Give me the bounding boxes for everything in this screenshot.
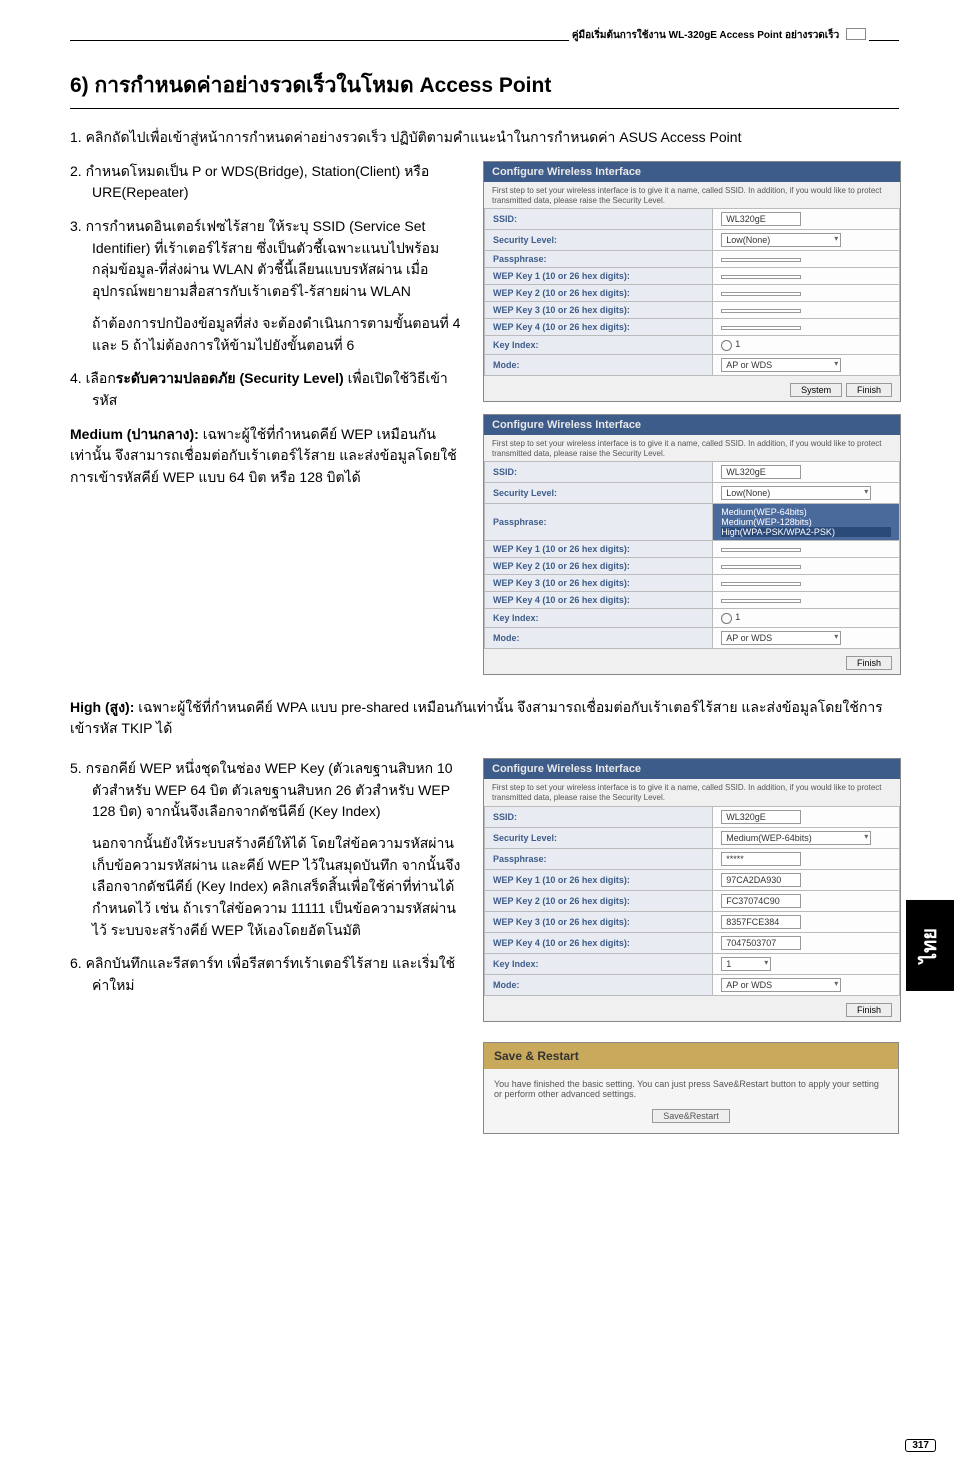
language-side-tab: ไทย [906,900,954,991]
panel1-k1-input[interactable] [721,275,801,279]
step-5b: นอกจากนั้นยังให้ระบบสร้างคีย์ให้ได้ โดยใ… [92,833,465,941]
panel3-k1-input[interactable]: 97CA2DA930 [721,873,801,887]
panel1-ssid-label: SSID: [485,209,713,230]
high-text: เฉพาะผู้ใช้ที่กำหนดคีย์ WPA แบบ pre-shar… [70,699,883,737]
medium-paragraph: Medium (ปานกลาง): เฉพาะผู้ใช้ที่กำหนดคีย… [70,424,465,489]
panel1-mode-select[interactable]: AP or WDS [721,358,841,372]
panel1-system-button[interactable]: System [790,383,842,397]
panel3-k4-label: WEP Key 4 (10 or 26 hex digits): [485,932,713,953]
medium-heading: Medium (ปานกลาง): [70,426,203,442]
config-panel-1: Configure Wireless Interface First step … [483,161,901,402]
panel2-sec-opt1[interactable]: Medium(WEP-64bits) [721,507,891,517]
panel3-k1-label: WEP Key 1 (10 or 26 hex digits): [485,869,713,890]
panel3-idx-label: Key Index: [485,953,713,974]
panel2-idx-radio[interactable] [721,613,732,624]
page-number: 317 [905,1439,936,1452]
panel2-mode-label: Mode: [485,627,713,648]
panel1-sec-label: Security Level: [485,230,713,251]
save-panel-title: Save & Restart [484,1043,898,1069]
panel2-desc: First step to set your wireless interfac… [484,435,900,462]
panel1-finish-button[interactable]: Finish [846,383,892,397]
step-5: 5. กรอกคีย์ WEP หนึ่งชุดในช่อง WEP Key (… [70,758,465,942]
panel2-idx-val: 1 [735,612,740,622]
high-paragraph: High (สูง): เฉพาะผู้ใช้ที่กำหนดคีย์ WPA … [70,697,899,740]
header-doc-title: คู่มือเริ่มต้นการใช้งาน WL-320gE Access … [569,28,869,43]
panel2-sec-label: Security Level: [485,483,713,504]
panel1-idx-label: Key Index: [485,336,713,354]
save-restart-button[interactable]: Save&Restart [652,1109,730,1123]
panel3-k2-label: WEP Key 2 (10 or 26 hex digits): [485,890,713,911]
panel3-ssid-label: SSID: [485,806,713,827]
panel1-k3-label: WEP Key 3 (10 or 26 hex digits): [485,302,713,319]
section-title: 6) การกำหนดค่าอย่างรวดเร็วในโหมด Access … [70,69,899,102]
panel1-k3-input[interactable] [721,309,801,313]
config-panel-2: Configure Wireless Interface First step … [483,414,901,675]
panel2-mode-select[interactable]: AP or WDS [721,631,841,645]
panel2-sec-opt3[interactable]: High(WPA-PSK/WPA2-PSK) [721,527,891,537]
panel2-pass-label: Passphrase: [485,504,713,541]
panel1-k4-label: WEP Key 4 (10 or 26 hex digits): [485,319,713,336]
panel2-k4-label: WEP Key 4 (10 or 26 hex digits): [485,592,713,609]
panel3-pass-input[interactable]: ***** [721,852,801,866]
config-panel-3: Configure Wireless Interface First step … [483,758,901,1022]
header-doc-title-text: คู่มือเริ่มต้นการใช้งาน WL-320gE Access … [572,30,839,41]
panel3-sec-label: Security Level: [485,827,713,848]
panel1-pass-input[interactable] [721,258,801,262]
panel3-k3-label: WEP Key 3 (10 or 26 hex digits): [485,911,713,932]
step-4: 4. เลือกระดับความปลอดภัย (Security Level… [70,368,465,411]
panel2-title: Configure Wireless Interface [484,415,900,435]
panel1-mode-label: Mode: [485,354,713,375]
header-icon [846,28,866,40]
panel2-k2-input[interactable] [721,565,801,569]
header-rule: คู่มือเริ่มต้นการใช้งาน WL-320gE Access … [70,40,899,41]
panel2-sec-opt2[interactable]: Medium(WEP-128bits) [721,517,891,527]
panel1-k2-label: WEP Key 2 (10 or 26 hex digits): [485,285,713,302]
panel2-finish-button[interactable]: Finish [846,656,892,670]
high-heading: High (สูง): [70,699,138,715]
panel1-desc: First step to set your wireless interfac… [484,182,900,209]
panel3-title: Configure Wireless Interface [484,759,900,779]
panel3-sec-select[interactable]: Medium(WEP-64bits) [721,831,871,845]
step-1: 1. คลิกถัดไปเพื่อเข้าสู่หน้าการกำหนดค่าอ… [70,127,899,149]
panel3-finish-button[interactable]: Finish [846,1003,892,1017]
step-3: 3. การกำหนดอินเตอร์เฟซไร้สาย ให้ระบุ SSI… [70,216,465,356]
panel2-sec-select[interactable]: Low(None) [721,486,871,500]
panel2-ssid-input[interactable]: WL320gE [721,465,801,479]
panel3-idx-select[interactable]: 1 [721,957,771,971]
panel1-k1-label: WEP Key 1 (10 or 26 hex digits): [485,268,713,285]
panel1-sec-select[interactable]: Low(None) [721,233,841,247]
panel1-idx-radio[interactable] [721,340,732,351]
panel1-idx-val: 1 [735,339,740,349]
panel3-mode-select[interactable]: AP or WDS [721,978,841,992]
step-5-text: 5. กรอกคีย์ WEP หนึ่งชุดในช่อง WEP Key (… [70,760,453,819]
panel3-k2-input[interactable]: FC37074C90 [721,894,801,908]
panel1-k2-input[interactable] [721,292,801,296]
step-3-text: 3. การกำหนดอินเตอร์เฟซไร้สาย ให้ระบุ SSI… [70,218,439,299]
panel3-k3-input[interactable]: 8357FCE384 [721,915,801,929]
step-3b: ถ้าต้องการปกป้องข้อมูลที่ส่ง จะต้องดำเนิ… [92,313,465,356]
panel2-k1-label: WEP Key 1 (10 or 26 hex digits): [485,541,713,558]
panel3-k4-input[interactable]: 7047503707 [721,936,801,950]
title-rule [70,108,899,109]
panel1-ssid-input[interactable]: WL320gE [721,212,801,226]
panel1-pass-label: Passphrase: [485,251,713,268]
panel2-k1-input[interactable] [721,548,801,552]
panel3-mode-label: Mode: [485,974,713,995]
panel2-k4-input[interactable] [721,599,801,603]
step-6: 6. คลิกบันทึกและรีสตาร์ท เพื่อรีสตาร์ทเร… [70,953,465,996]
step-2: 2. กำหนดโหมดเป็น P or WDS(Bridge), Stati… [70,161,465,204]
panel3-pass-label: Passphrase: [485,848,713,869]
save-panel-body: You have finished the basic setting. You… [494,1079,888,1099]
panel1-title: Configure Wireless Interface [484,162,900,182]
panel1-k4-input[interactable] [721,326,801,330]
panel2-k2-label: WEP Key 2 (10 or 26 hex digits): [485,558,713,575]
panel2-ssid-label: SSID: [485,462,713,483]
panel2-k3-input[interactable] [721,582,801,586]
panel2-idx-label: Key Index: [485,609,713,627]
panel3-desc: First step to set your wireless interfac… [484,779,900,806]
panel3-ssid-input[interactable]: WL320gE [721,810,801,824]
panel2-k3-label: WEP Key 3 (10 or 26 hex digits): [485,575,713,592]
save-restart-panel: Save & Restart You have finished the bas… [483,1042,899,1134]
